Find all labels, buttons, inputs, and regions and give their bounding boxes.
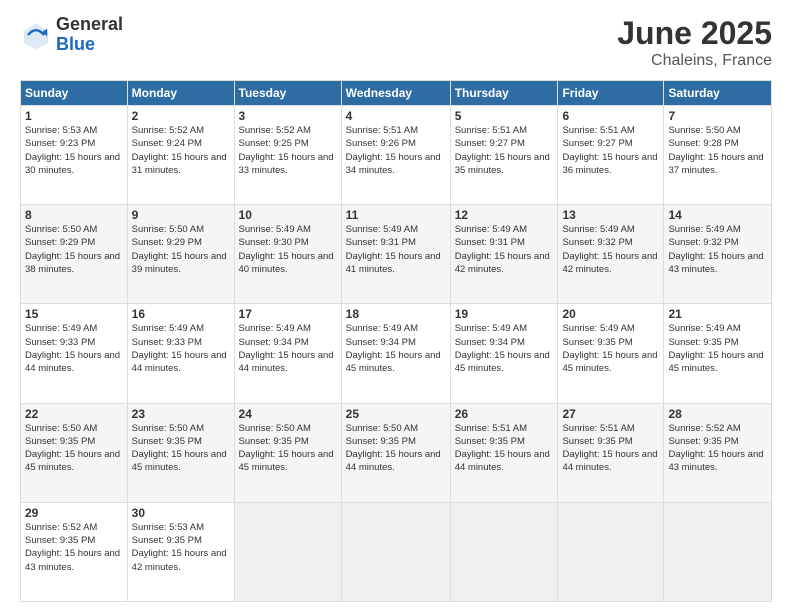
col-header-tuesday: Tuesday: [234, 81, 341, 106]
table-row: 16Sunrise: 5:49 AM Sunset: 9:33 PM Dayli…: [127, 304, 234, 403]
header: General Blue June 2025 Chaleins, France: [20, 15, 772, 70]
calendar-week-3: 15Sunrise: 5:49 AM Sunset: 9:33 PM Dayli…: [21, 304, 772, 403]
col-header-friday: Friday: [558, 81, 664, 106]
calendar-week-1: 1Sunrise: 5:53 AM Sunset: 9:23 PM Daylig…: [21, 106, 772, 205]
col-header-monday: Monday: [127, 81, 234, 106]
table-row: [234, 502, 341, 601]
logo-icon: [20, 19, 52, 51]
table-row: 5Sunrise: 5:51 AM Sunset: 9:27 PM Daylig…: [450, 106, 558, 205]
table-row: 8Sunrise: 5:50 AM Sunset: 9:29 PM Daylig…: [21, 205, 128, 304]
table-row: 22Sunrise: 5:50 AM Sunset: 9:35 PM Dayli…: [21, 403, 128, 502]
title-month: June 2025: [617, 15, 772, 52]
calendar-week-4: 22Sunrise: 5:50 AM Sunset: 9:35 PM Dayli…: [21, 403, 772, 502]
table-row: 26Sunrise: 5:51 AM Sunset: 9:35 PM Dayli…: [450, 403, 558, 502]
col-header-wednesday: Wednesday: [341, 81, 450, 106]
table-row: 6Sunrise: 5:51 AM Sunset: 9:27 PM Daylig…: [558, 106, 664, 205]
table-row: 7Sunrise: 5:50 AM Sunset: 9:28 PM Daylig…: [664, 106, 772, 205]
calendar-header-row: Sunday Monday Tuesday Wednesday Thursday…: [21, 81, 772, 106]
page: General Blue June 2025 Chaleins, France …: [0, 0, 792, 612]
col-header-thursday: Thursday: [450, 81, 558, 106]
table-row: 29Sunrise: 5:52 AM Sunset: 9:35 PM Dayli…: [21, 502, 128, 601]
table-row: 27Sunrise: 5:51 AM Sunset: 9:35 PM Dayli…: [558, 403, 664, 502]
table-row: [664, 502, 772, 601]
table-row: 20Sunrise: 5:49 AM Sunset: 9:35 PM Dayli…: [558, 304, 664, 403]
calendar-week-2: 8Sunrise: 5:50 AM Sunset: 9:29 PM Daylig…: [21, 205, 772, 304]
table-row: 17Sunrise: 5:49 AM Sunset: 9:34 PM Dayli…: [234, 304, 341, 403]
logo-blue-text: Blue: [56, 35, 123, 55]
table-row: 9Sunrise: 5:50 AM Sunset: 9:29 PM Daylig…: [127, 205, 234, 304]
logo: General Blue: [20, 15, 123, 55]
col-header-saturday: Saturday: [664, 81, 772, 106]
table-row: 24Sunrise: 5:50 AM Sunset: 9:35 PM Dayli…: [234, 403, 341, 502]
table-row: 30Sunrise: 5:53 AM Sunset: 9:35 PM Dayli…: [127, 502, 234, 601]
table-row: 28Sunrise: 5:52 AM Sunset: 9:35 PM Dayli…: [664, 403, 772, 502]
table-row: 25Sunrise: 5:50 AM Sunset: 9:35 PM Dayli…: [341, 403, 450, 502]
table-row: 19Sunrise: 5:49 AM Sunset: 9:34 PM Dayli…: [450, 304, 558, 403]
table-row: 1Sunrise: 5:53 AM Sunset: 9:23 PM Daylig…: [21, 106, 128, 205]
table-row: 12Sunrise: 5:49 AM Sunset: 9:31 PM Dayli…: [450, 205, 558, 304]
calendar: Sunday Monday Tuesday Wednesday Thursday…: [20, 80, 772, 602]
table-row: 11Sunrise: 5:49 AM Sunset: 9:31 PM Dayli…: [341, 205, 450, 304]
table-row: [450, 502, 558, 601]
logo-text: General Blue: [56, 15, 123, 55]
table-row: 3Sunrise: 5:52 AM Sunset: 9:25 PM Daylig…: [234, 106, 341, 205]
table-row: 14Sunrise: 5:49 AM Sunset: 9:32 PM Dayli…: [664, 205, 772, 304]
table-row: 10Sunrise: 5:49 AM Sunset: 9:30 PM Dayli…: [234, 205, 341, 304]
title-location: Chaleins, France: [617, 52, 772, 70]
table-row: 18Sunrise: 5:49 AM Sunset: 9:34 PM Dayli…: [341, 304, 450, 403]
logo-general-text: General: [56, 15, 123, 35]
table-row: 15Sunrise: 5:49 AM Sunset: 9:33 PM Dayli…: [21, 304, 128, 403]
table-row: 23Sunrise: 5:50 AM Sunset: 9:35 PM Dayli…: [127, 403, 234, 502]
table-row: 2Sunrise: 5:52 AM Sunset: 9:24 PM Daylig…: [127, 106, 234, 205]
table-row: [341, 502, 450, 601]
table-row: [558, 502, 664, 601]
table-row: 21Sunrise: 5:49 AM Sunset: 9:35 PM Dayli…: [664, 304, 772, 403]
col-header-sunday: Sunday: [21, 81, 128, 106]
table-row: 13Sunrise: 5:49 AM Sunset: 9:32 PM Dayli…: [558, 205, 664, 304]
calendar-week-5: 29Sunrise: 5:52 AM Sunset: 9:35 PM Dayli…: [21, 502, 772, 601]
title-block: June 2025 Chaleins, France: [617, 15, 772, 70]
table-row: 4Sunrise: 5:51 AM Sunset: 9:26 PM Daylig…: [341, 106, 450, 205]
